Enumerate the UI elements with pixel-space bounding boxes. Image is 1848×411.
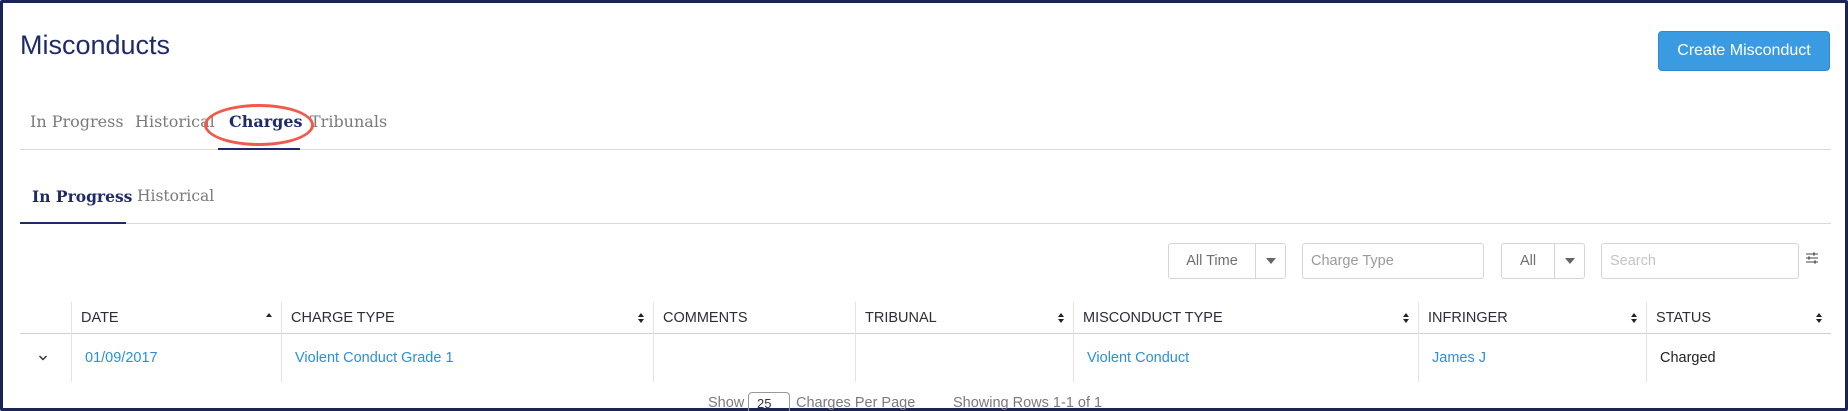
create-misconduct-button[interactable]: Create Misconduct bbox=[1658, 31, 1830, 71]
column-header-charge-type[interactable]: CHARGE TYPE bbox=[281, 302, 653, 334]
showing-rows: Showing Rows 1-1 of 1 bbox=[953, 395, 1103, 411]
status-filter-dropdown[interactable]: All bbox=[1501, 243, 1585, 279]
subtab-historical[interactable]: Historical bbox=[137, 187, 214, 205]
caret-down-icon[interactable] bbox=[1255, 244, 1285, 278]
highlight-annotation bbox=[204, 104, 314, 146]
table-header: DATE CHARGE TYPE COMMENTS TRIBUNAL MISCO… bbox=[20, 302, 1831, 334]
per-page-label: Charges Per Page bbox=[796, 395, 916, 411]
column-header-comments[interactable]: COMMENTS bbox=[653, 302, 855, 334]
active-tab-indicator bbox=[218, 148, 300, 150]
column-header-infringer[interactable]: INFRINGER bbox=[1418, 302, 1646, 334]
cell-misconduct-type: Violent Conduct bbox=[1073, 334, 1418, 382]
secondary-tabs: In Progress Historical bbox=[20, 180, 1831, 224]
expand-column-header bbox=[20, 302, 71, 334]
cell-comments bbox=[653, 334, 855, 382]
per-page-value: 25 bbox=[757, 395, 772, 411]
time-filter-value: All Time bbox=[1186, 253, 1238, 269]
tab-historical[interactable]: Historical bbox=[135, 112, 215, 131]
infringer-link[interactable]: James J bbox=[1432, 350, 1486, 366]
status-filter-value: All bbox=[1519, 253, 1537, 269]
column-header-tribunal[interactable]: TRIBUNAL bbox=[855, 302, 1073, 334]
sort-icon[interactable] bbox=[1402, 312, 1410, 324]
cell-infringer: James J bbox=[1418, 334, 1646, 382]
caret-down-icon[interactable] bbox=[1554, 244, 1584, 278]
expand-cell[interactable] bbox=[20, 334, 71, 382]
time-filter-dropdown[interactable]: All Time bbox=[1168, 243, 1286, 279]
sort-icon[interactable] bbox=[1815, 312, 1823, 324]
sort-icon[interactable] bbox=[637, 312, 645, 324]
active-subtab-indicator bbox=[20, 222, 126, 224]
sort-asc-icon[interactable] bbox=[265, 312, 273, 324]
column-label: STATUS bbox=[1656, 310, 1712, 326]
chevron-down-icon[interactable] bbox=[38, 354, 48, 362]
tab-tribunals[interactable]: Tribunals bbox=[310, 112, 387, 131]
page-title: Misconducts bbox=[20, 30, 171, 60]
subtab-in-progress[interactable]: In Progress bbox=[32, 187, 132, 206]
date-link[interactable]: 01/09/2017 bbox=[85, 350, 158, 366]
column-label: CHARGE TYPE bbox=[291, 310, 395, 326]
column-header-status[interactable]: STATUS bbox=[1646, 302, 1831, 334]
cell-status: Charged bbox=[1646, 334, 1831, 382]
column-label: INFRINGER bbox=[1428, 310, 1508, 326]
tab-in-progress[interactable]: In Progress bbox=[30, 112, 124, 131]
column-label: DATE bbox=[81, 310, 119, 326]
search-input[interactable] bbox=[1601, 243, 1799, 279]
table-row[interactable]: 01/09/2017 Violent Conduct Grade 1 Viole… bbox=[20, 334, 1831, 382]
show-label: Show bbox=[708, 395, 745, 411]
settings-sliders-icon[interactable] bbox=[1805, 251, 1819, 265]
column-label: TRIBUNAL bbox=[865, 310, 937, 326]
cell-charge-type: Violent Conduct Grade 1 bbox=[281, 334, 653, 382]
column-header-misconduct-type[interactable]: MISCONDUCT TYPE bbox=[1073, 302, 1418, 334]
sort-icon[interactable] bbox=[1057, 312, 1065, 324]
misconduct-type-link[interactable]: Violent Conduct bbox=[1087, 350, 1189, 366]
cell-date: 01/09/2017 bbox=[71, 334, 281, 382]
charge-type-link[interactable]: Violent Conduct Grade 1 bbox=[295, 350, 454, 366]
cell-tribunal bbox=[855, 334, 1073, 382]
column-header-date[interactable]: DATE bbox=[71, 302, 281, 334]
column-label: MISCONDUCT TYPE bbox=[1083, 310, 1223, 326]
charge-type-input[interactable] bbox=[1302, 243, 1484, 279]
sort-icon[interactable] bbox=[1630, 312, 1638, 324]
per-page-select[interactable]: 25 bbox=[748, 392, 790, 411]
column-label: COMMENTS bbox=[663, 310, 748, 326]
